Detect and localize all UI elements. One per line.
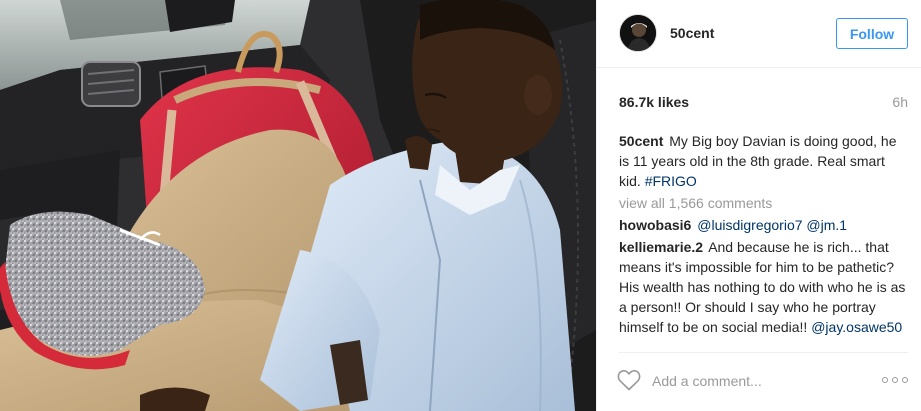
comment-username[interactable]: kelliemarie.2 [619, 239, 703, 255]
comment-item: kelliemarie.2 And because he is rich... … [619, 237, 909, 337]
comment-mention[interactable]: @jm.1 [806, 217, 847, 233]
follow-button[interactable]: Follow [836, 18, 908, 49]
photo-illustration [0, 0, 596, 411]
more-options-icon[interactable] [882, 373, 908, 387]
dot [902, 377, 908, 383]
comment-item: howobasi6 @luisdigregorio7 @jm.1 [619, 215, 909, 235]
author-username[interactable]: 50cent [670, 25, 714, 41]
comments-list: 50cent My Big boy Davian is doing good, … [619, 131, 909, 346]
comment-composer [617, 352, 908, 408]
comment-mention[interactable]: @luisdigregorio7 [697, 217, 802, 233]
add-comment-input[interactable] [652, 371, 862, 391]
instagram-post: 50cent Follow 86.7k likes 6h 50cent My B… [0, 0, 921, 411]
avatar[interactable] [619, 14, 657, 52]
post-details-panel: 50cent Follow 86.7k likes 6h 50cent My B… [596, 0, 921, 411]
dot [882, 377, 888, 383]
avatar-image [620, 15, 656, 51]
heart-icon[interactable] [617, 369, 641, 391]
caption-username[interactable]: 50cent [619, 133, 663, 149]
comment-username[interactable]: howobasi6 [619, 217, 691, 233]
dot [892, 377, 898, 383]
caption-hashtag[interactable]: #FRIGO [645, 173, 697, 189]
comment-mention[interactable]: @jay.osawe50 [811, 319, 902, 335]
heart-outline-icon [617, 369, 641, 391]
likes-count[interactable]: 86.7k likes [619, 94, 689, 110]
post-timestamp[interactable]: 6h [892, 94, 908, 110]
post-photo[interactable] [0, 0, 596, 411]
view-all-comments-link[interactable]: view all 1,566 comments [619, 193, 909, 213]
post-header: 50cent Follow [597, 0, 921, 68]
caption: 50cent My Big boy Davian is doing good, … [619, 131, 909, 191]
post-meta: 86.7k likes 6h [619, 94, 908, 112]
